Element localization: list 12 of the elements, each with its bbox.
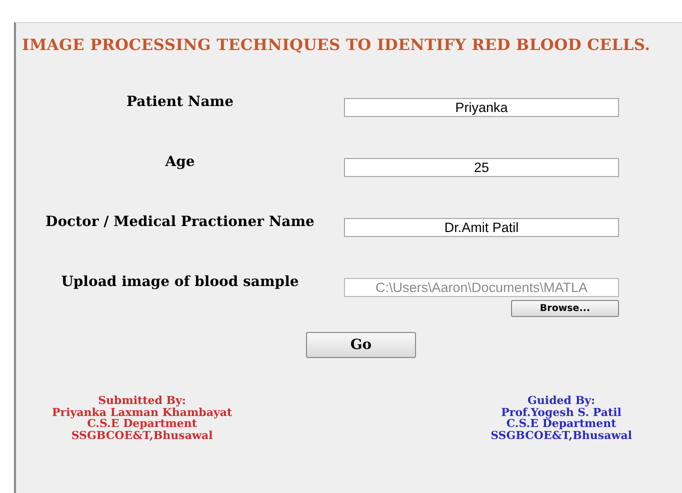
input-field[interactable]: Dr.Amit Patil <box>344 218 619 237</box>
app-title: IMAGE PROCESSING TECHNIQUES TO IDENTIFY RED BLOOD CELLS. <box>21 34 652 54</box>
go-button[interactable]: Go <box>306 332 416 358</box>
field-label: Age <box>165 154 195 170</box>
credits-text: Submitted By: Priyanka Laxman Khambayat C.S.E Department SSGBCOE&T,Bhusawal <box>52 395 232 441</box>
input-field[interactable]: Priyanka <box>344 98 619 117</box>
field-label: Upload image of blood sample <box>61 274 299 290</box>
field-label: Doctor / Medical Practioner Name <box>46 214 314 230</box>
credits-text: Guided By: Prof.Yogesh S. Patil C.S.E Department SSGBCOE&T,Bhusawal <box>490 395 632 441</box>
field-label: Patient Name <box>126 94 234 110</box>
browse-button[interactable]: Browse... <box>511 300 619 317</box>
input-field[interactable]: 25 <box>344 158 619 177</box>
